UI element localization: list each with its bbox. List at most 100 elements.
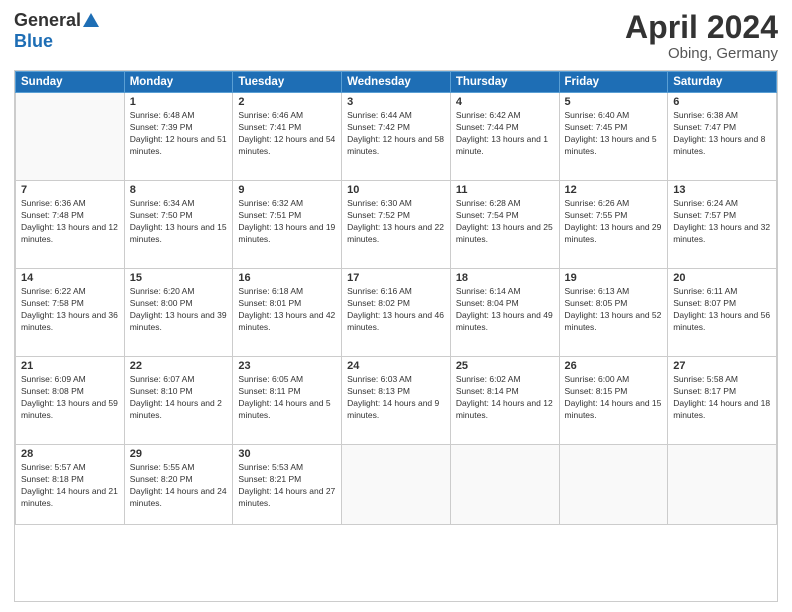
day-number: 15	[130, 272, 228, 284]
calendar: SundayMondayTuesdayWednesdayThursdayFrid…	[14, 70, 778, 602]
calendar-week-4: 28 Sunrise: 5:57 AMSunset: 8:18 PMDayligh…	[16, 445, 777, 525]
calendar-cell-w1-d6: 13Sunrise: 6:24 AMSunset: 7:57 PMDayligh…	[668, 181, 777, 269]
day-number: 24	[347, 360, 445, 372]
calendar-cell-w4-d5	[559, 445, 668, 525]
day-number: 2	[238, 96, 336, 108]
calendar-cell-w4-d4	[450, 445, 559, 525]
cell-text: Sunrise: 6:14 AMSunset: 8:04 PMDaylight:…	[456, 286, 554, 334]
header: General Blue April 2024 Obing, Germany	[14, 10, 778, 62]
day-header-monday: Monday	[124, 72, 233, 93]
day-number: 16	[238, 272, 336, 284]
day-number: 5	[565, 96, 663, 108]
day-header-wednesday: Wednesday	[342, 72, 451, 93]
cell-text: Sunrise: 6:26 AMSunset: 7:55 PMDaylight:…	[565, 198, 663, 246]
calendar-cell-w2-d3: 17Sunrise: 6:16 AMSunset: 8:02 PMDayligh…	[342, 269, 451, 357]
cell-text: Sunrise: 6:11 AMSunset: 8:07 PMDaylight:…	[673, 286, 771, 334]
calendar-table: SundayMondayTuesdayWednesdayThursdayFrid…	[15, 71, 777, 525]
day-number: 7	[21, 184, 119, 196]
cell-text: Sunrise: 6:32 AMSunset: 7:51 PMDaylight:…	[238, 198, 336, 246]
calendar-cell-w2-d2: 16 Sunrise: 6:18 AMSunset: 8:01 PMDayligh…	[233, 269, 342, 357]
day-number: 9	[238, 184, 336, 196]
cell-text: Sunrise: 6:05 AMSunset: 8:11 PMDaylight:…	[238, 374, 336, 422]
header-right: April 2024 Obing, Germany	[625, 10, 778, 62]
cell-text: Sunrise: 6:48 AMSunset: 7:39 PMDaylight:…	[130, 110, 228, 158]
calendar-cell-w1-d3: 10 Sunrise: 6:30 AMSunset: 7:52 PMDayligh…	[342, 181, 451, 269]
cell-text: Sunrise: 6:02 AMSunset: 8:14 PMDaylight:…	[456, 374, 554, 422]
cell-text: Sunrise: 6:30 AMSunset: 7:52 PMDaylight:…	[347, 198, 445, 246]
calendar-cell-w0-d2: 2 Sunrise: 6:46 AMSunset: 7:41 PMDaylight…	[233, 93, 342, 181]
cell-text: Sunrise: 6:38 AMSunset: 7:47 PMDaylight:…	[673, 110, 771, 158]
day-number: 18	[456, 272, 554, 284]
calendar-cell-w1-d4: 11 Sunrise: 6:28 AMSunset: 7:54 PMDayligh…	[450, 181, 559, 269]
day-number: 22	[130, 360, 228, 372]
location: Obing, Germany	[625, 45, 778, 62]
cell-text: Sunrise: 5:55 AMSunset: 8:20 PMDaylight:…	[130, 462, 228, 510]
day-number: 27	[673, 360, 771, 372]
calendar-cell-w4-d0: 28 Sunrise: 5:57 AMSunset: 8:18 PMDayligh…	[16, 445, 125, 525]
logo-general-text: General	[14, 10, 81, 31]
month-title: April 2024	[625, 10, 778, 45]
day-number: 21	[21, 360, 119, 372]
calendar-cell-w3-d5: 26Sunrise: 6:00 AMSunset: 8:15 PMDayligh…	[559, 357, 668, 445]
calendar-cell-w1-d2: 9 Sunrise: 6:32 AMSunset: 7:51 PMDaylight…	[233, 181, 342, 269]
cell-text: Sunrise: 6:07 AMSunset: 8:10 PMDaylight:…	[130, 374, 228, 422]
calendar-cell-w0-d5: 5 Sunrise: 6:40 AMSunset: 7:45 PMDaylight…	[559, 93, 668, 181]
day-number: 19	[565, 272, 663, 284]
calendar-cell-w3-d4: 25 Sunrise: 6:02 AMSunset: 8:14 PMDayligh…	[450, 357, 559, 445]
day-header-friday: Friday	[559, 72, 668, 93]
day-number: 20	[673, 272, 771, 284]
calendar-cell-w3-d3: 24 Sunrise: 6:03 AMSunset: 8:13 PMDayligh…	[342, 357, 451, 445]
cell-text: Sunrise: 5:57 AMSunset: 8:18 PMDaylight:…	[21, 462, 119, 510]
cell-text: Sunrise: 6:22 AMSunset: 7:58 PMDaylight:…	[21, 286, 119, 334]
calendar-cell-w4-d3	[342, 445, 451, 525]
calendar-cell-w2-d0: 14 Sunrise: 6:22 AMSunset: 7:58 PMDayligh…	[16, 269, 125, 357]
cell-text: Sunrise: 6:09 AMSunset: 8:08 PMDaylight:…	[21, 374, 119, 422]
day-number: 25	[456, 360, 554, 372]
calendar-cell-w3-d1: 22 Sunrise: 6:07 AMSunset: 8:10 PMDayligh…	[124, 357, 233, 445]
cell-text: Sunrise: 6:03 AMSunset: 8:13 PMDaylight:…	[347, 374, 445, 422]
calendar-cell-w1-d1: 8 Sunrise: 6:34 AMSunset: 7:50 PMDaylight…	[124, 181, 233, 269]
calendar-week-0: 1 Sunrise: 6:48 AMSunset: 7:39 PMDaylight…	[16, 93, 777, 181]
day-number: 13	[673, 184, 771, 196]
cell-text: Sunrise: 6:34 AMSunset: 7:50 PMDaylight:…	[130, 198, 228, 246]
calendar-cell-w3-d6: 27Sunrise: 5:58 AMSunset: 8:17 PMDayligh…	[668, 357, 777, 445]
calendar-cell-w0-d3: 3Sunrise: 6:44 AMSunset: 7:42 PMDaylight…	[342, 93, 451, 181]
calendar-cell-w3-d2: 23 Sunrise: 6:05 AMSunset: 8:11 PMDayligh…	[233, 357, 342, 445]
page: General Blue April 2024 Obing, Germany S…	[0, 0, 792, 612]
calendar-cell-w2-d1: 15 Sunrise: 6:20 AMSunset: 8:00 PMDayligh…	[124, 269, 233, 357]
cell-text: Sunrise: 6:28 AMSunset: 7:54 PMDaylight:…	[456, 198, 554, 246]
calendar-cell-w4-d1: 29 Sunrise: 5:55 AMSunset: 8:20 PMDayligh…	[124, 445, 233, 525]
calendar-cell-w1-d0: 7 Sunrise: 6:36 AMSunset: 7:48 PMDaylight…	[16, 181, 125, 269]
day-number: 29	[130, 448, 228, 460]
calendar-cell-w2-d4: 18 Sunrise: 6:14 AMSunset: 8:04 PMDayligh…	[450, 269, 559, 357]
calendar-cell-w4-d6	[668, 445, 777, 525]
day-number: 8	[130, 184, 228, 196]
calendar-cell-w0-d4: 4Sunrise: 6:42 AMSunset: 7:44 PMDaylight…	[450, 93, 559, 181]
day-number: 14	[21, 272, 119, 284]
calendar-cell-w2-d5: 19Sunrise: 6:13 AMSunset: 8:05 PMDayligh…	[559, 269, 668, 357]
day-header-tuesday: Tuesday	[233, 72, 342, 93]
day-number: 4	[456, 96, 554, 108]
day-number: 30	[238, 448, 336, 460]
calendar-week-2: 14 Sunrise: 6:22 AMSunset: 7:58 PMDayligh…	[16, 269, 777, 357]
cell-text: Sunrise: 6:00 AMSunset: 8:15 PMDaylight:…	[565, 374, 663, 422]
logo-icon	[83, 13, 99, 27]
cell-text: Sunrise: 6:18 AMSunset: 8:01 PMDaylight:…	[238, 286, 336, 334]
calendar-cell-w1-d5: 12 Sunrise: 6:26 AMSunset: 7:55 PMDayligh…	[559, 181, 668, 269]
day-header-saturday: Saturday	[668, 72, 777, 93]
cell-text: Sunrise: 6:46 AMSunset: 7:41 PMDaylight:…	[238, 110, 336, 158]
calendar-cell-w2-d6: 20 Sunrise: 6:11 AMSunset: 8:07 PMDayligh…	[668, 269, 777, 357]
calendar-week-1: 7 Sunrise: 6:36 AMSunset: 7:48 PMDaylight…	[16, 181, 777, 269]
cell-text: Sunrise: 6:40 AMSunset: 7:45 PMDaylight:…	[565, 110, 663, 158]
day-number: 10	[347, 184, 445, 196]
day-number: 1	[130, 96, 228, 108]
calendar-week-3: 21 Sunrise: 6:09 AMSunset: 8:08 PMDayligh…	[16, 357, 777, 445]
cell-text: Sunrise: 6:36 AMSunset: 7:48 PMDaylight:…	[21, 198, 119, 246]
day-number: 11	[456, 184, 554, 196]
cell-text: Sunrise: 6:20 AMSunset: 8:00 PMDaylight:…	[130, 286, 228, 334]
logo-blue-text: Blue	[14, 31, 53, 52]
day-number: 3	[347, 96, 445, 108]
day-number: 23	[238, 360, 336, 372]
day-number: 28	[21, 448, 119, 460]
day-number: 12	[565, 184, 663, 196]
